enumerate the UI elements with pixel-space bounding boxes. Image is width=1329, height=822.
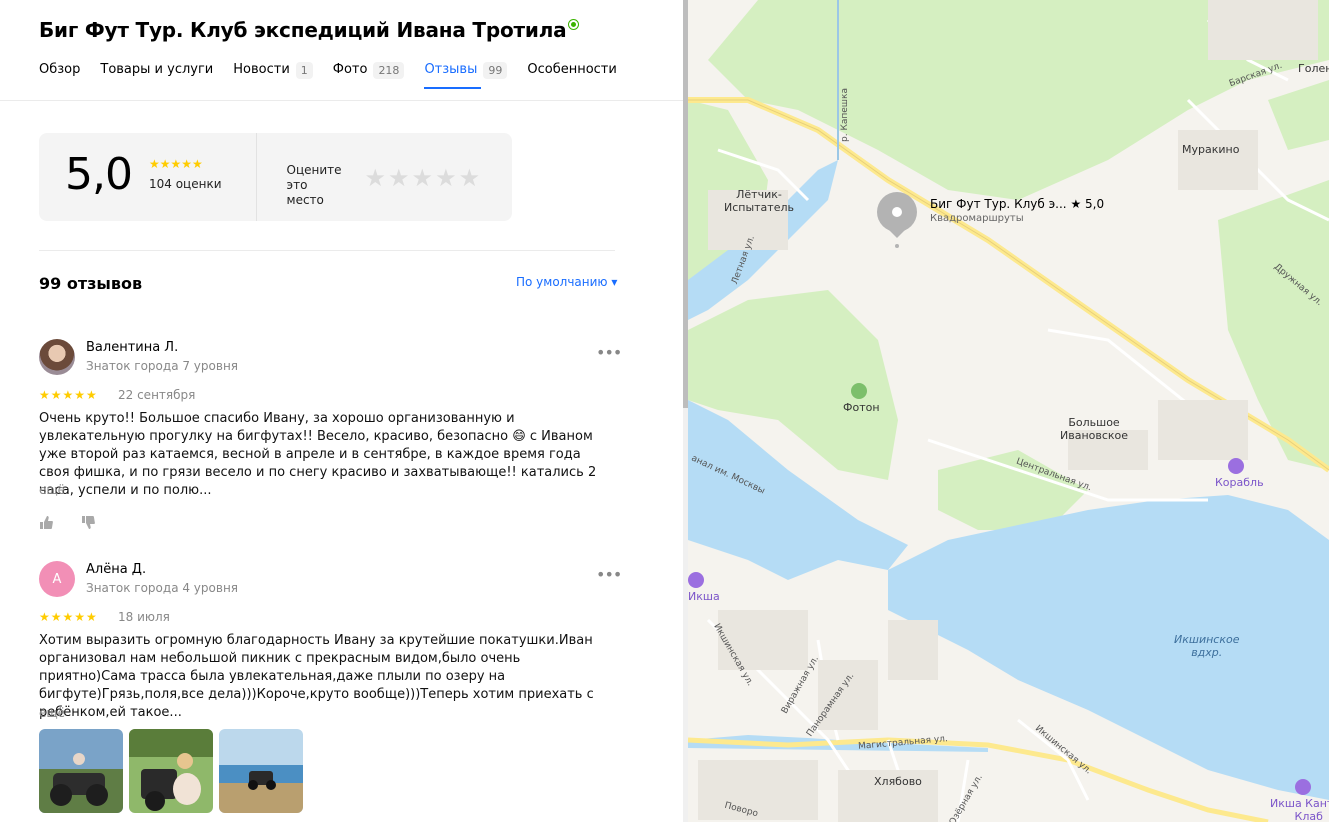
tab-count-badge: 218 bbox=[373, 62, 405, 79]
review-text: Хотим выразить огромную благодарность Ив… bbox=[39, 633, 594, 720]
map-label-iksha: Икша bbox=[688, 590, 720, 603]
map-label-bolshoe: Большое Ивановское bbox=[1060, 416, 1129, 442]
tab-features[interactable]: Особенности bbox=[527, 62, 616, 100]
map-pin-category: Квадромаршруты bbox=[930, 213, 1024, 224]
map-label-murakino: Муракино bbox=[1182, 143, 1240, 156]
verified-badge-icon bbox=[569, 19, 579, 29]
tab-count-badge: 1 bbox=[295, 62, 313, 79]
header-divider bbox=[0, 100, 683, 101]
map-view[interactable]: Биг Фут Тур. Клуб э... ★ 5,0 Квадромаршр… bbox=[688, 0, 1329, 822]
map-label-korabl: Корабль bbox=[1215, 476, 1264, 489]
review-author[interactable]: Валентина Л. bbox=[86, 340, 178, 355]
map-label-foton: Фотон bbox=[843, 401, 880, 414]
avatar[interactable]: А bbox=[39, 561, 75, 597]
review-text: Очень круто!! Большое спасибо Ивану, за … bbox=[39, 411, 597, 498]
dislike-icon[interactable] bbox=[81, 516, 95, 532]
map-label-hlyabovo: Хлябово bbox=[874, 775, 922, 788]
review-item: А Алёна Д. Знаток города 4 уровня ••• ★★… bbox=[39, 561, 622, 822]
rating-stars-icon: ★★★★★ bbox=[149, 157, 203, 171]
card-divider bbox=[255, 133, 257, 221]
rate-star-2-icon[interactable]: ★ bbox=[388, 165, 410, 221]
review-photo[interactable] bbox=[129, 729, 213, 813]
tab-news[interactable]: Новости 1 bbox=[233, 62, 313, 100]
street-label: р. Капешка bbox=[839, 88, 850, 142]
tabs-bar: Обзор Товары и услуги Новости 1 Фото 218 О… bbox=[39, 62, 637, 100]
review-author-level: Знаток города 7 уровня bbox=[86, 359, 239, 373]
tab-products[interactable]: Товары и услуги bbox=[100, 62, 213, 100]
review-date: 18 июля bbox=[118, 610, 170, 624]
map-label-reservoir: Икшинское вдхр. bbox=[1174, 633, 1240, 659]
rating-summary-card: 5,0 ★★★★★ 104 оценки Оцените это место ★… bbox=[39, 133, 512, 221]
more-options-icon[interactable]: ••• bbox=[596, 565, 622, 584]
sort-dropdown[interactable]: По умолчанию ▾ bbox=[516, 275, 617, 289]
review-photo[interactable] bbox=[219, 729, 303, 813]
review-stars-icon: ★★★★★ bbox=[39, 388, 98, 402]
review-stars-icon: ★★★★★ bbox=[39, 610, 98, 624]
review-photo[interactable] bbox=[39, 729, 123, 813]
map-label-iksha-country: Икша Кантри Клаб bbox=[1270, 797, 1329, 822]
map-pin-title[interactable]: Биг Фут Тур. Клуб э... ★ 5,0 bbox=[930, 197, 1104, 211]
rate-star-4-icon[interactable]: ★ bbox=[435, 165, 457, 221]
rating-value: 5,0 bbox=[65, 149, 133, 200]
rating-count: 104 оценки bbox=[149, 177, 222, 191]
map-canvas[interactable] bbox=[688, 0, 1329, 822]
section-divider bbox=[39, 250, 615, 251]
like-icon[interactable] bbox=[39, 516, 53, 532]
expand-review-link[interactable]: ещё bbox=[39, 483, 65, 497]
review-author-level: Знаток города 4 уровня bbox=[86, 581, 239, 595]
more-options-icon[interactable]: ••• bbox=[596, 343, 622, 362]
tab-count-badge: 99 bbox=[483, 62, 508, 79]
map-label-golen: Голен bbox=[1298, 62, 1329, 75]
review-item: Валентина Л. Знаток города 7 уровня ••• … bbox=[39, 339, 622, 539]
reviews-count: 99 отзывов bbox=[39, 274, 143, 293]
rate-star-5-icon[interactable]: ★ bbox=[459, 165, 481, 221]
review-author[interactable]: Алёна Д. bbox=[86, 562, 146, 577]
organization-panel: Биг Фут Тур. Клуб экспедиций Ивана Троти… bbox=[0, 0, 683, 822]
map-label-letchik: Лётчик- Испытатель bbox=[724, 188, 794, 214]
pin-rating: ★ 5,0 bbox=[1070, 197, 1105, 211]
review-date: 22 сентября bbox=[118, 388, 196, 402]
avatar[interactable] bbox=[39, 339, 75, 375]
rate-prompt: Оцените это место bbox=[286, 163, 342, 207]
tab-photos[interactable]: Фото 218 bbox=[333, 62, 405, 100]
tab-overview[interactable]: Обзор bbox=[39, 62, 80, 100]
tab-reviews[interactable]: Отзывы 99 bbox=[424, 62, 508, 100]
rate-star-3-icon[interactable]: ★ bbox=[412, 165, 434, 221]
rate-stars-input[interactable]: ★ ★ ★ ★ ★ bbox=[365, 165, 483, 221]
rate-star-1-icon[interactable]: ★ bbox=[365, 165, 387, 221]
expand-review-link[interactable]: ещё bbox=[39, 706, 65, 720]
organization-title: Биг Фут Тур. Клуб экспедиций Ивана Троти… bbox=[39, 18, 567, 42]
